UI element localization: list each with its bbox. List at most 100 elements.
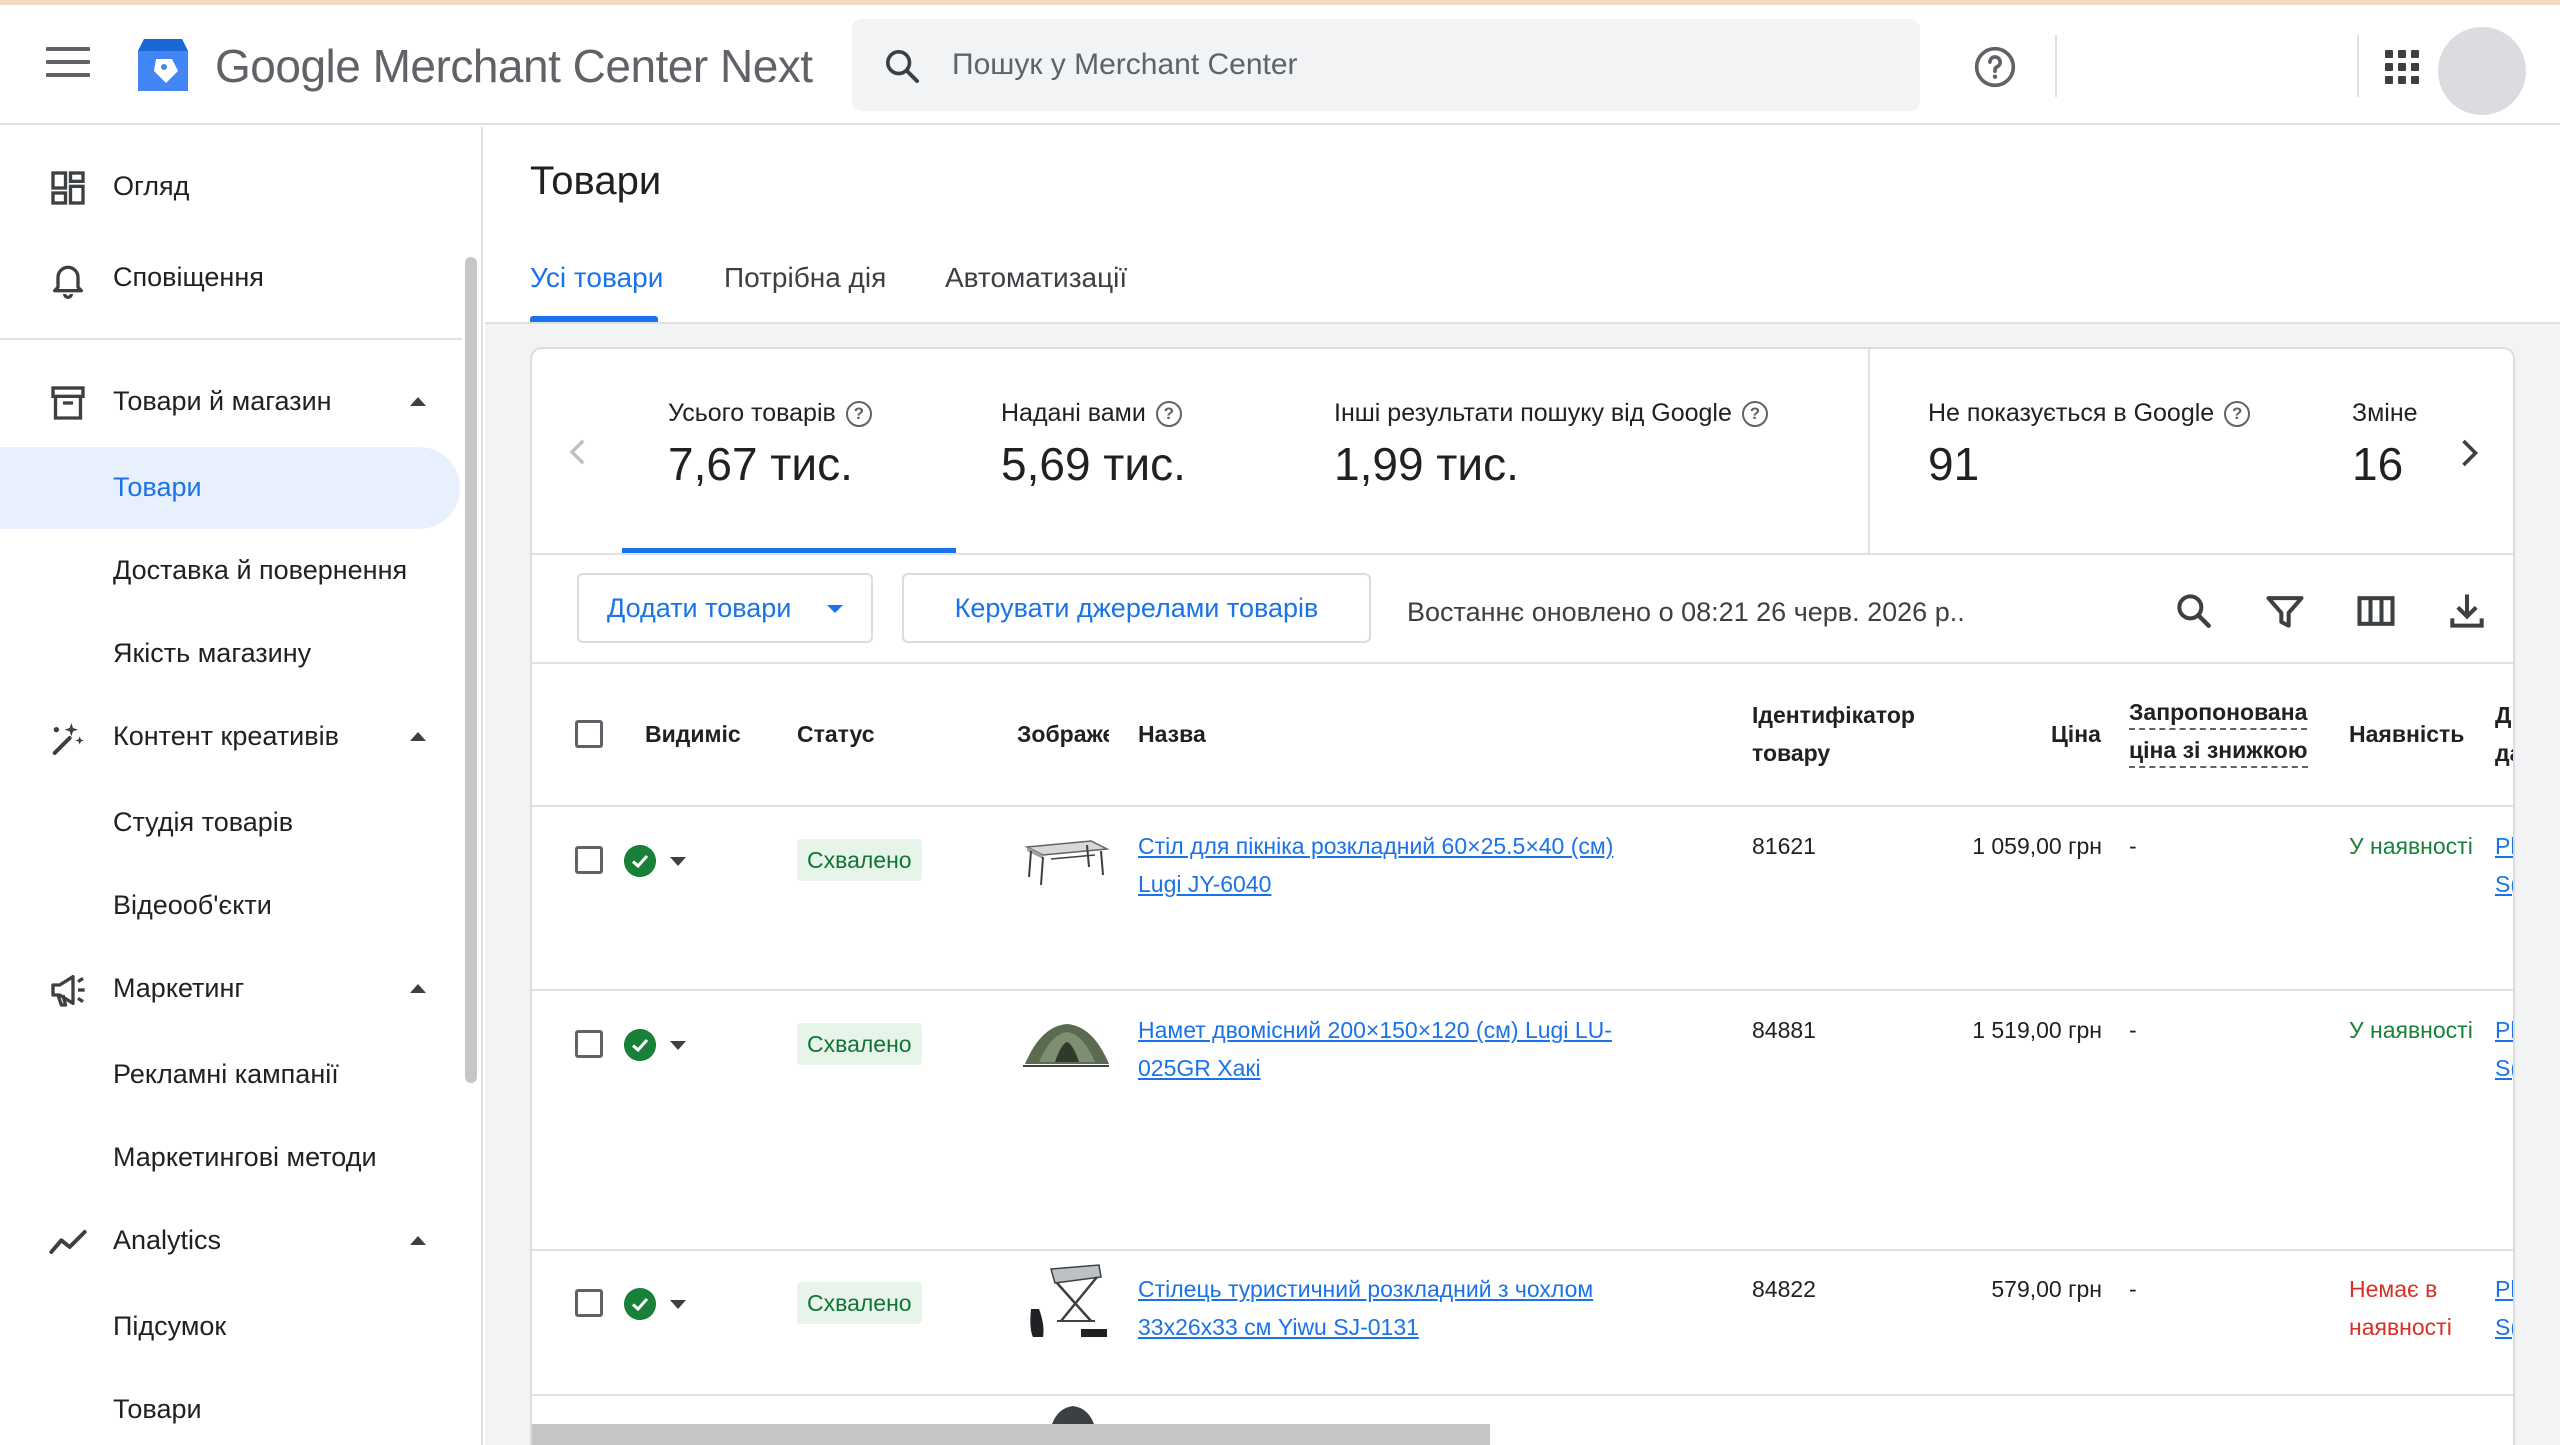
column-header-extra-line2[interactable]: да: [2495, 734, 2513, 772]
columns-icon[interactable]: [2354, 589, 2398, 633]
chevron-up-icon: [410, 732, 426, 741]
column-header-visibility[interactable]: Видиміс: [645, 715, 741, 753]
sidebar-item-analytics-products[interactable]: Товари: [0, 1369, 460, 1445]
availability-status: У наявності: [2349, 833, 2473, 859]
metrics-divider: [532, 553, 2513, 555]
product-id: 84822: [1752, 1276, 1816, 1302]
column-header-id-line2[interactable]: товару: [1752, 734, 1830, 772]
column-header-id-line1[interactable]: Ідентифікатор: [1752, 696, 1915, 734]
availability-status: Немає в наявності: [2349, 1276, 2452, 1340]
help-icon[interactable]: ?: [1741, 400, 1768, 427]
sidebar-item-store-quality[interactable]: Якість магазину: [0, 613, 460, 695]
tab-action-needed[interactable]: Потрібна дія: [724, 262, 886, 294]
column-header-availability[interactable]: Наявність: [2349, 715, 2464, 753]
tab-automations[interactable]: Автоматизації: [945, 262, 1127, 294]
select-all-checkbox[interactable]: [575, 720, 603, 748]
table-horizontal-scrollbar[interactable]: [532, 1424, 1490, 1445]
chevron-left-icon[interactable]: [562, 435, 596, 469]
metric-label-row: Не показується в Google?: [1928, 399, 2251, 428]
sidebar-item-notifications[interactable]: Сповіщення: [0, 237, 462, 319]
column-header-sale-price-line1[interactable]: Запропонована: [2129, 696, 2308, 730]
product-sale-price: -: [2129, 833, 2137, 859]
product-name-link[interactable]: Стілець туристичний розкладний з чохлом …: [1138, 1270, 1658, 1346]
manage-product-sources-button[interactable]: Керувати джерелами товарів: [902, 573, 1371, 643]
dropdown-arrow-icon: [670, 1300, 686, 1309]
search-input[interactable]: [952, 39, 1892, 91]
product-thumbnail-table: [1024, 840, 1110, 886]
sidebar-scrollbar[interactable]: [465, 257, 477, 1083]
main-content: Товари Усі товари Потрібна дія Автоматиз…: [485, 127, 2560, 1445]
row-checkbox[interactable]: [575, 846, 603, 874]
product-thumbnail-partial: [1052, 1406, 1094, 1424]
merchant-center-logo-icon: [138, 39, 188, 91]
sidebar-item-overview[interactable]: Огляд: [0, 146, 462, 228]
column-header-sale-price-line2[interactable]: ціна зі знижкою: [2129, 734, 2308, 768]
metric-value: 91: [1928, 438, 1980, 490]
metric-label-row: Надані вами?: [1001, 399, 1182, 428]
extra-link[interactable]: S(: [2495, 1308, 2513, 1346]
visibility-dropdown[interactable]: [624, 845, 690, 879]
extra-link[interactable]: S(: [2495, 1049, 2513, 1087]
extra-link[interactable]: Pl: [2495, 827, 2513, 865]
sidebar-item-video-assets[interactable]: Відеооб'єкти: [0, 865, 460, 947]
help-icon[interactable]: ?: [1155, 400, 1182, 427]
dashboard-icon: [51, 171, 85, 205]
column-header-name[interactable]: Назва: [1138, 715, 1206, 753]
help-icon[interactable]: [1973, 45, 2017, 89]
column-header-status[interactable]: Статус: [797, 715, 875, 753]
app-title[interactable]: Google Merchant Center Next: [215, 39, 813, 93]
metric-value: 1,99 тис.: [1334, 438, 1519, 490]
metric-not-shown-in-google[interactable]: Не показується в Google? 91: [1928, 349, 2268, 554]
download-icon[interactable]: [2445, 589, 2489, 633]
megaphone-icon: [51, 975, 85, 1007]
sidebar-item-marketing[interactable]: Маркетинг: [0, 948, 462, 1030]
apps-grid-icon[interactable]: [2385, 50, 2419, 84]
tab-all-products[interactable]: Усі товари: [530, 262, 663, 294]
column-header-price[interactable]: Ціна: [2051, 715, 2101, 753]
sidebar-item-products[interactable]: Товари: [0, 447, 460, 529]
visibility-dropdown[interactable]: [624, 1288, 690, 1322]
metric-total-products[interactable]: Усього товарів? 7,67 тис.: [668, 349, 968, 554]
sidebar-item-marketing-methods[interactable]: Маркетингові методи: [0, 1117, 460, 1199]
sidebar-item-summary[interactable]: Підсумок: [0, 1286, 460, 1368]
dropdown-arrow-icon: [670, 857, 686, 866]
sidebar-item-products-and-store[interactable]: Товари й магазин: [0, 361, 462, 443]
metric-changed[interactable]: Зміне 16: [2352, 349, 2427, 554]
menu-icon[interactable]: [46, 47, 90, 81]
extra-link[interactable]: Pl: [2495, 1270, 2513, 1308]
metric-label-row: Зміне: [2352, 399, 2418, 428]
search-bar[interactable]: [852, 19, 1920, 111]
row-checkbox[interactable]: [575, 1289, 603, 1317]
sidebar-item-product-studio[interactable]: Студія товарів: [0, 782, 460, 864]
metric-provided-by-you[interactable]: Надані вами? 5,69 тис.: [1001, 349, 1301, 554]
column-header-image[interactable]: Зображе: [1017, 715, 1109, 753]
column-header-extra-line1[interactable]: Д: [2495, 696, 2511, 734]
filter-icon[interactable]: [2263, 589, 2307, 633]
products-card: Усього товарів? 7,67 тис. Надані вами? 5…: [530, 347, 2515, 1445]
sidebar-item-analytics[interactable]: Analytics: [0, 1200, 462, 1282]
header-divider: [532, 805, 2513, 807]
row-checkbox[interactable]: [575, 1030, 603, 1058]
visibility-dropdown[interactable]: [624, 1029, 690, 1063]
extra-link[interactable]: Pl: [2495, 1011, 2513, 1049]
product-name-link[interactable]: Намет двомісний 200×150×120 (см) Lugi LU…: [1138, 1011, 1658, 1087]
metric-value: 7,67 тис.: [668, 438, 853, 490]
chevron-right-icon[interactable]: [2450, 435, 2486, 471]
sidebar-item-label: Контент креативів: [113, 721, 339, 751]
row-divider: [532, 1249, 2513, 1251]
product-name-link[interactable]: Стіл для пікніка розкладний 60×25.5×40 (…: [1138, 827, 1658, 903]
page-title: Товари: [530, 159, 662, 203]
help-icon[interactable]: ?: [2224, 400, 2251, 427]
product-thumbnail-tent: [1023, 1024, 1109, 1067]
add-products-button[interactable]: Додати товари: [577, 573, 873, 643]
sidebar-item-shipping-returns[interactable]: Доставка й повернення: [0, 530, 460, 612]
dropdown-arrow-icon: [670, 1041, 686, 1050]
help-icon[interactable]: ?: [845, 400, 872, 427]
metric-other-google-results[interactable]: Інші результати пошуку від Google? 1,99 …: [1334, 349, 1834, 554]
extra-link[interactable]: S(: [2495, 865, 2513, 903]
sidebar-item-ad-campaigns[interactable]: Рекламні кампанії: [0, 1034, 460, 1116]
sidebar-item-creative-content[interactable]: Контент креативів: [0, 696, 462, 778]
avatar[interactable]: [2438, 27, 2526, 115]
metric-separator: [1868, 349, 1870, 554]
search-icon[interactable]: [2172, 589, 2216, 633]
